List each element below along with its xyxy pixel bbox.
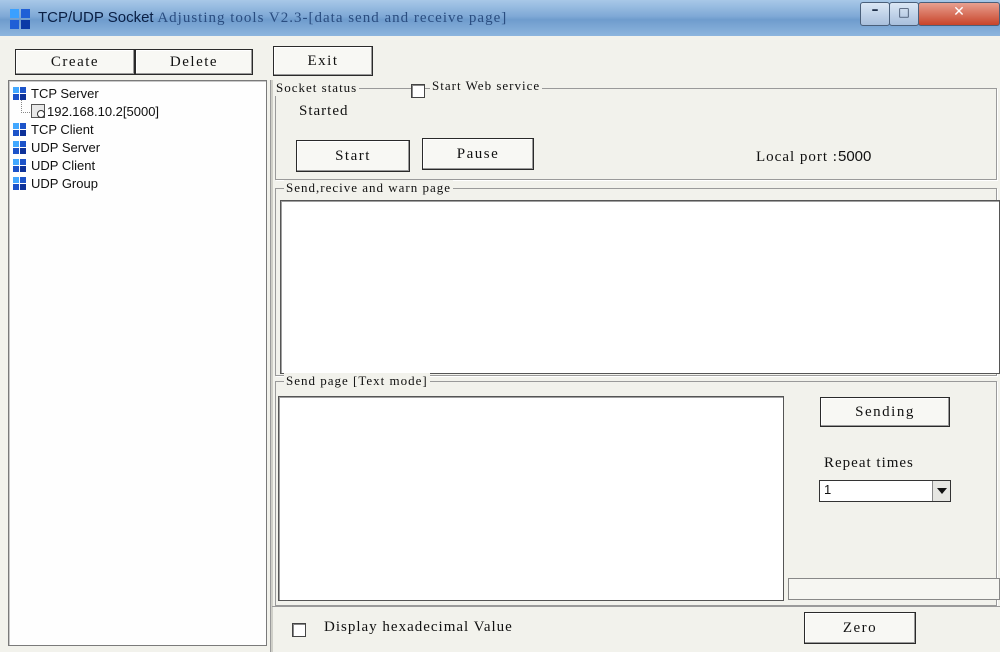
udp-client-icon bbox=[13, 159, 27, 172]
chevron-down-icon[interactable] bbox=[932, 481, 950, 501]
local-port-value: 5000 bbox=[837, 148, 872, 165]
udp-server-icon bbox=[13, 141, 27, 154]
tcp-client-icon bbox=[13, 123, 27, 136]
caption-buttons: – □ ✕ bbox=[860, 2, 1000, 26]
send-status-bar bbox=[788, 578, 1000, 600]
hex-display-label: Display hexadecimal Value bbox=[324, 619, 513, 635]
repeat-times-label: Repeat times bbox=[824, 455, 914, 471]
web-service-label: Start Web service bbox=[430, 78, 543, 94]
receive-textarea[interactable] bbox=[280, 200, 1000, 374]
hex-display-checkbox[interactable] bbox=[292, 623, 306, 637]
local-port-display: Local port :5000 bbox=[756, 148, 871, 166]
tree-item-label: UDP Group bbox=[31, 176, 98, 191]
tree-item-label: UDP Server bbox=[31, 140, 101, 155]
socket-tree[interactable]: TCP Server 192.168.10.2[5000] TCP Client… bbox=[8, 80, 267, 646]
socket-status-value: Started bbox=[299, 103, 349, 119]
tree-item-label: 192.168.10.2[5000] bbox=[47, 104, 160, 119]
tree-item-udp-server[interactable]: UDP Server bbox=[13, 139, 100, 157]
tree-item-connection[interactable]: 192.168.10.2[5000] bbox=[31, 103, 159, 121]
tcp-server-icon bbox=[13, 87, 27, 100]
title-app-name: TCP/UDP Socket bbox=[38, 9, 154, 26]
minimize-button[interactable]: – bbox=[860, 2, 890, 26]
start-button-label: Start bbox=[335, 148, 371, 164]
sending-button[interactable]: Sending bbox=[820, 397, 950, 427]
tree-item-udp-client[interactable]: UDP Client bbox=[13, 157, 95, 175]
send-group-label: Send page [Text mode] bbox=[284, 373, 430, 389]
toolbar: Create Delete Exit bbox=[0, 36, 1000, 80]
minimize-icon: – bbox=[871, 2, 879, 18]
connection-icon bbox=[31, 104, 45, 118]
maximize-icon: □ bbox=[898, 5, 910, 19]
delete-button-label: Delete bbox=[169, 54, 219, 70]
bottom-divider bbox=[272, 606, 1000, 607]
zero-button[interactable]: Zero bbox=[804, 612, 916, 644]
tree-item-udp-group[interactable]: UDP Group bbox=[13, 175, 98, 193]
send-textarea[interactable] bbox=[278, 396, 784, 601]
sending-button-label: Sending bbox=[855, 404, 915, 420]
socket-status-group-label: Socket status bbox=[274, 80, 360, 96]
tree-item-label: TCP Server bbox=[31, 86, 99, 101]
pause-button[interactable]: Pause bbox=[422, 138, 534, 170]
repeat-times-select[interactable]: 1 bbox=[819, 480, 951, 502]
maximize-button[interactable]: □ bbox=[889, 2, 919, 26]
title-subtitle: Adjusting tools V2.3-[data send and rece… bbox=[157, 10, 508, 26]
web-service-checkbox[interactable] bbox=[411, 84, 425, 98]
zero-button-label: Zero bbox=[842, 620, 878, 636]
start-button[interactable]: Start bbox=[296, 140, 410, 172]
app-window: TCP/UDP Socket Adjusting tools V2.3-[dat… bbox=[0, 0, 1000, 652]
receive-group-label: Send,recive and warn page bbox=[284, 180, 454, 196]
local-port-label: Local port : bbox=[756, 149, 838, 165]
close-icon: ✕ bbox=[953, 4, 965, 20]
exit-button-label: Exit bbox=[307, 53, 339, 69]
tree-item-label: TCP Client bbox=[31, 122, 94, 137]
repeat-times-value: 1 bbox=[824, 482, 832, 497]
delete-button[interactable]: Delete bbox=[135, 49, 253, 75]
app-icon bbox=[10, 9, 30, 29]
exit-button[interactable]: Exit bbox=[273, 46, 373, 76]
title-bar[interactable]: TCP/UDP Socket Adjusting tools V2.3-[dat… bbox=[0, 0, 1000, 36]
create-button[interactable]: Create bbox=[15, 49, 135, 75]
close-button[interactable]: ✕ bbox=[918, 2, 1000, 26]
create-button-label: Create bbox=[50, 54, 100, 70]
tree-item-label: UDP Client bbox=[31, 158, 96, 173]
pause-button-label: Pause bbox=[456, 146, 500, 162]
udp-group-icon bbox=[13, 177, 27, 190]
tree-item-tcp-client[interactable]: TCP Client bbox=[13, 121, 94, 139]
panel-separator bbox=[270, 80, 273, 652]
window-title: TCP/UDP Socket Adjusting tools V2.3-[dat… bbox=[38, 9, 507, 27]
